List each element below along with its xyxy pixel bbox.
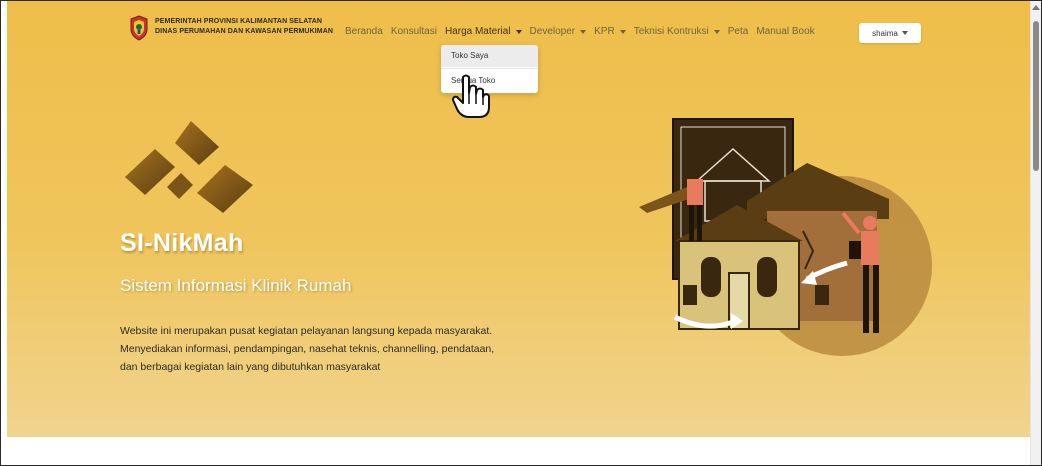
chevron-up-icon[interactable]: [1032, 5, 1040, 10]
sinikmah-logo-icon: [125, 121, 253, 213]
nav-item-konsultasi[interactable]: Konsultasi: [391, 26, 437, 37]
nav-item-harga-material[interactable]: Harga Material: [445, 26, 522, 37]
chevron-down-icon: [901, 31, 908, 35]
brand-text: PEMERINTAH PROVINSI KALIMANTAN SELATAN D…: [155, 17, 333, 37]
user-menu-button[interactable]: shaima: [859, 23, 921, 43]
user-name: shaima: [872, 28, 898, 38]
navbar: PEMERINTAH PROVINSI KALIMANTAN SELATAN D…: [7, 15, 1037, 49]
hand-pointer-icon: [452, 74, 490, 118]
nav-item-developer[interactable]: Developer: [530, 26, 587, 37]
brand-line-1: PEMERINTAH PROVINSI KALIMANTAN SELATAN: [155, 18, 323, 25]
provincial-emblem-icon: [130, 15, 148, 41]
nav-item-teknisi-kontruksi[interactable]: Teknisi Kontruksi: [634, 26, 720, 37]
nav-label: Harga Material: [444, 26, 511, 37]
description-line: Website ini merupakan pusat kegiatan pel…: [120, 325, 493, 337]
hero-description: Website ini merupakan pusat kegiatan pel…: [120, 322, 540, 376]
nav-item-manual-book[interactable]: Manual Book: [756, 26, 814, 37]
description-line: dan berbagai kegiatan lain yang dibutuhk…: [120, 361, 381, 373]
nav-label: Manual Book: [756, 26, 815, 37]
nav-label: Developer: [529, 26, 576, 37]
nav-label: KPR: [594, 26, 615, 37]
nav-label: Beranda: [345, 26, 383, 37]
nav-label: Teknisi Kontruksi: [633, 26, 709, 37]
scrollbar-thumb[interactable]: [1033, 21, 1039, 171]
nav-item-kpr[interactable]: KPR: [594, 26, 626, 37]
nav-item-beranda[interactable]: Beranda: [345, 26, 383, 37]
chevron-down-icon: [515, 29, 522, 34]
nav-item-peta[interactable]: Peta: [728, 26, 749, 37]
page-scrollbar[interactable]: [1030, 1, 1041, 465]
nav-label: Konsultasi: [390, 26, 437, 37]
nav-label: Peta: [727, 26, 749, 37]
dropdown-item-toko-saya[interactable]: Toko Saya: [441, 45, 538, 67]
chevron-down-icon: [619, 29, 626, 34]
brand[interactable]: PEMERINTAH PROVINSI KALIMANTAN SELATAN D…: [129, 15, 333, 41]
brand-line-2: DINAS PERUMAHAN DAN KAWASAN PERMUKIMAN: [155, 28, 334, 35]
chevron-down-icon: [580, 29, 587, 34]
description-line: Menyediakan informasi, pendampingan, nas…: [120, 343, 495, 355]
hero-section: PEMERINTAH PROVINSI KALIMANTAN SELATAN D…: [1, 1, 1031, 437]
house-renovation-illustration: [639, 118, 932, 356]
hero-subtitle: Sistem Informasi Klinik Rumah: [120, 276, 352, 295]
chevron-down-icon: [713, 29, 720, 34]
dropdown-divider: [441, 68, 538, 69]
main-menu: Beranda Konsultasi Harga Material Develo…: [345, 26, 823, 37]
content-below-hero: [1, 437, 1031, 465]
browser-viewport: PEMERINTAH PROVINSI KALIMANTAN SELATAN D…: [0, 0, 1042, 466]
hero-title: SI-NikMah: [120, 229, 244, 257]
